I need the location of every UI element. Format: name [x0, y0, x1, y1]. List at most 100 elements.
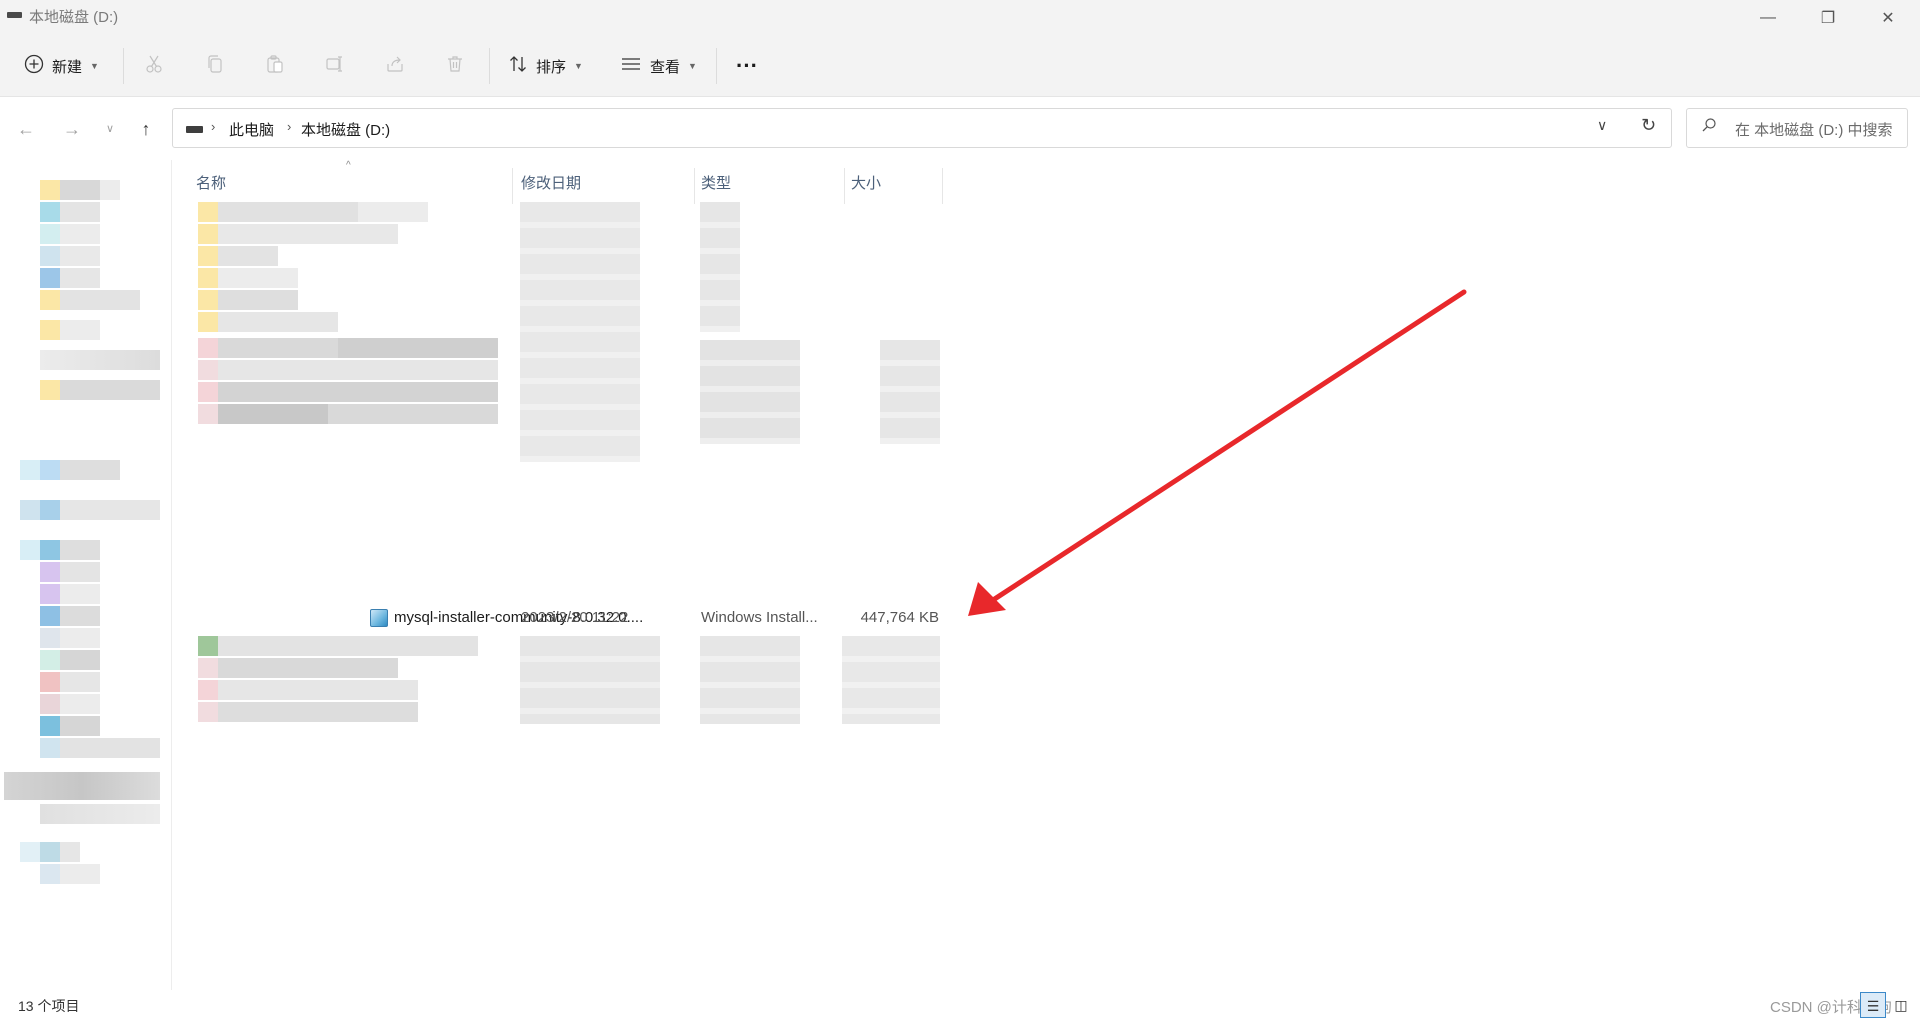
nav-item-blurred[interactable] — [40, 864, 100, 884]
view-button-label: 查看 — [650, 58, 681, 76]
nav-item-blurred[interactable] — [40, 672, 100, 692]
nav-item-blurred[interactable] — [40, 716, 100, 736]
cut-button[interactable] — [144, 46, 164, 86]
nav-item-blurred[interactable] — [40, 224, 100, 244]
file-row-blurred[interactable] — [198, 268, 298, 288]
nav-item-blurred[interactable] — [40, 350, 160, 370]
nav-item-blurred[interactable] — [40, 606, 100, 626]
item-count: 13 个项目 — [18, 998, 80, 1014]
file-row-blurred[interactable] — [198, 382, 498, 402]
paste-icon — [265, 54, 285, 78]
file-row-blurred[interactable] — [198, 338, 498, 358]
column-header-date[interactable]: 修改日期 — [521, 166, 581, 202]
nav-item-blurred[interactable] — [40, 202, 100, 222]
file-explorer-window: 本地磁盘 (D:) — ❐ ✕ 新建 ▼ 排序 ▼ 查看 ▼ ··· ← → ∨… — [0, 0, 1920, 1021]
rename-button[interactable] — [325, 46, 345, 86]
breadcrumb-drive-d[interactable]: 本地磁盘 (D:) — [301, 119, 390, 140]
copy-button[interactable] — [205, 46, 225, 86]
file-size: 447,764 KB — [860, 609, 939, 626]
up-button[interactable]: ↑ — [134, 117, 158, 141]
nav-item-blurred[interactable] — [20, 500, 160, 520]
file-row-blurred[interactable] — [198, 680, 418, 700]
arrow-up-icon: ↑ — [141, 119, 151, 139]
navigation-pane — [0, 160, 172, 990]
maximize-button[interactable]: ❐ — [1800, 0, 1856, 36]
type-column-blurred — [700, 636, 800, 724]
toolbar-divider — [716, 48, 717, 84]
sort-button-label: 排序 — [536, 58, 567, 76]
sort-button[interactable]: 排序 ▼ — [508, 46, 583, 86]
back-button[interactable]: ← — [14, 117, 38, 141]
nav-item-blurred[interactable] — [40, 268, 100, 288]
arrow-left-icon: ← — [17, 119, 35, 139]
nav-item-blurred[interactable] — [4, 772, 160, 800]
date-column-blurred — [520, 636, 660, 724]
file-row-blurred[interactable] — [198, 202, 428, 222]
file-row-blurred[interactable] — [198, 312, 338, 332]
toolbar-divider — [489, 48, 490, 84]
column-header-name[interactable]: 名称 — [196, 166, 226, 202]
type-column-blurred — [700, 202, 740, 332]
nav-item-blurred[interactable] — [40, 380, 160, 400]
toolbar-divider — [123, 48, 124, 84]
column-header-size[interactable]: 大小 — [851, 166, 881, 202]
file-row-blurred[interactable] — [198, 404, 498, 424]
address-dropdown-icon[interactable]: ∨ — [1597, 117, 1607, 134]
drive-icon — [186, 126, 203, 133]
nav-item-blurred[interactable] — [40, 246, 100, 266]
new-button[interactable]: 新建 ▼ — [24, 46, 99, 86]
file-row-blurred[interactable] — [198, 636, 478, 656]
paste-button[interactable] — [265, 46, 285, 86]
refresh-icon[interactable]: ↻ — [1641, 115, 1656, 136]
nav-item-blurred[interactable] — [40, 290, 140, 310]
column-divider[interactable] — [694, 168, 695, 204]
breadcrumb-this-pc[interactable]: 此电脑 — [229, 119, 274, 140]
arrow-right-icon: → — [63, 119, 81, 139]
view-icon — [620, 54, 642, 78]
file-row-blurred[interactable] — [198, 246, 278, 266]
nav-item-blurred[interactable] — [40, 180, 120, 200]
breadcrumb-separator-icon: › — [287, 119, 292, 134]
file-row-blurred[interactable] — [198, 224, 398, 244]
file-row-blurred[interactable] — [198, 360, 498, 380]
search-box[interactable]: 在 本地磁盘 (D:) 中搜索 — [1686, 108, 1908, 148]
nav-item-blurred[interactable] — [40, 584, 100, 604]
minimize-button[interactable]: — — [1740, 0, 1796, 36]
delete-button[interactable] — [445, 46, 465, 86]
chevron-down-icon: ▼ — [574, 61, 583, 71]
recent-locations-button[interactable]: ∨ — [98, 117, 122, 141]
details-view-button[interactable]: ☰ — [1860, 992, 1886, 1018]
nav-item-blurred[interactable] — [40, 804, 160, 824]
share-button[interactable] — [385, 46, 405, 86]
nav-item-blurred[interactable] — [40, 628, 100, 648]
forward-button[interactable]: → — [60, 117, 84, 141]
file-date: 2023/2/20 11:22 — [521, 609, 629, 626]
nav-item-blurred[interactable] — [20, 460, 120, 480]
view-button[interactable]: 查看 ▼ — [620, 46, 697, 86]
column-divider[interactable] — [942, 168, 943, 204]
file-row-blurred[interactable] — [198, 702, 418, 722]
nav-item-blurred[interactable] — [40, 320, 100, 340]
column-divider[interactable] — [512, 168, 513, 204]
tiles-icon: ◫ — [1894, 997, 1908, 1013]
size-column-blurred — [842, 636, 940, 724]
nav-item-blurred[interactable] — [20, 540, 100, 560]
close-button[interactable]: ✕ — [1860, 0, 1916, 36]
chevron-down-icon: ▼ — [90, 61, 99, 71]
nav-item-blurred[interactable] — [40, 562, 100, 582]
nav-item-blurred[interactable] — [40, 738, 160, 758]
share-icon — [385, 54, 405, 78]
column-divider[interactable] — [844, 168, 845, 204]
nav-item-blurred[interactable] — [40, 694, 100, 714]
delete-icon — [445, 54, 465, 78]
nav-item-blurred[interactable] — [40, 650, 100, 670]
address-bar[interactable]: › 此电脑 › 本地磁盘 (D:) ∨ ↻ — [172, 108, 1672, 148]
more-options-button[interactable]: ··· — [736, 46, 758, 86]
tiles-view-button[interactable]: ◫ — [1888, 992, 1914, 1018]
file-row-blurred[interactable] — [198, 290, 298, 310]
chevron-down-icon: ∨ — [105, 123, 115, 135]
file-row-blurred[interactable] — [198, 658, 398, 678]
nav-item-blurred[interactable] — [20, 842, 80, 862]
column-header-type[interactable]: 类型 — [701, 166, 731, 202]
annotation-arrow-icon — [968, 289, 1467, 616]
